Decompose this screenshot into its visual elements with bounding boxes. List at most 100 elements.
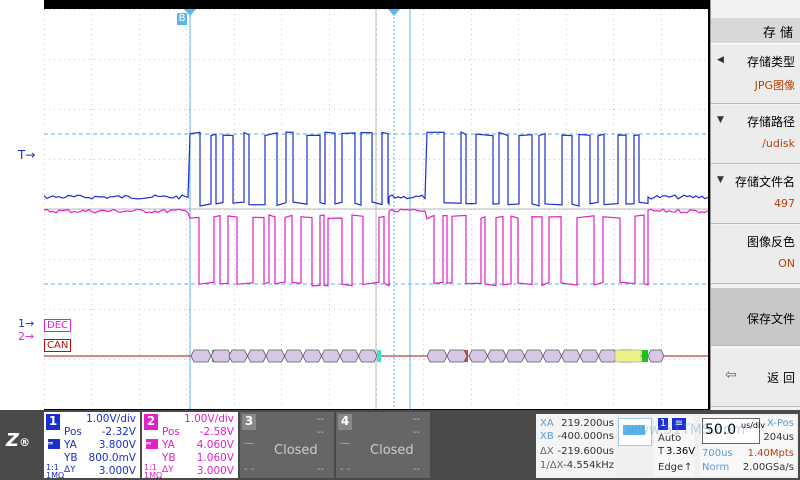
menu-title: 存 储 [711, 18, 800, 44]
can-frame-field [358, 349, 378, 363]
waveform-display[interactable]: DEC CAN B [44, 9, 708, 409]
invert-value: ON [778, 257, 795, 270]
ch4-info-panel[interactable]: 4 -- -- — Closed - - -- [336, 412, 430, 478]
triangle-left-icon: ◀ [717, 55, 724, 65]
triangle-down-icon: ▼ [717, 175, 724, 185]
menu-item-save-path[interactable]: ▼ 存储路径 /udisk [711, 105, 800, 164]
ch1-marker-label: 1 [18, 317, 25, 330]
save-path-value: /udisk [762, 137, 795, 150]
ch3-dash-icon: — [244, 438, 254, 449]
ch3-dash-4: -- [316, 464, 324, 475]
can-frame-field [446, 349, 468, 363]
trigger-edge: Edge [658, 462, 684, 473]
menu-item-file-name[interactable]: ▼ 存储文件名 497 [711, 165, 800, 224]
can-frame-field [247, 349, 267, 363]
file-name-value: 497 [774, 197, 795, 210]
ch1-pos: -2.32V [101, 426, 136, 438]
can-eof-field [642, 350, 648, 362]
xb-value: -400.000ns [557, 431, 614, 442]
ch3-dash-1: -- [316, 414, 324, 425]
cursor-a-icon [388, 9, 400, 16]
ch2-pos-label: Pos [162, 426, 180, 438]
ch2-number: 2 [144, 414, 158, 430]
inv-dx-value: -4.554kHz [563, 460, 614, 471]
ch2-impedance: 1MΩ [144, 471, 163, 480]
can-label: CAN [44, 339, 72, 352]
can-frame-field [321, 349, 341, 363]
xa-value: 219.200us [561, 418, 614, 429]
can-frame-field [487, 349, 507, 363]
arrow-right-icon: → [25, 148, 36, 162]
ch4-dash-1: -- [412, 414, 420, 425]
can-frame-field [426, 349, 448, 363]
ch3-closed-label: Closed [274, 443, 318, 458]
oscilloscope-screen: T→ 1→ 2→ DEC CAN B 存 储 ◀ 存储类型 JPG图像 ▼ 存储… [0, 0, 800, 480]
dc-coupling-icon: ═ [48, 439, 60, 449]
ch1-pos-label: Pos [64, 426, 82, 438]
arrow-right-icon: → [25, 317, 35, 330]
ch2-ya: 4.060V [196, 439, 234, 451]
ch4-dash-3: - - [340, 464, 351, 475]
grid [44, 9, 708, 409]
ch4-closed-label: Closed [370, 443, 414, 458]
memory-points: 1.40Mpts [747, 448, 794, 459]
ch1-scale: 1.00V/div [86, 413, 136, 425]
acq-mode: Norm [702, 462, 730, 473]
menu-item-invert[interactable]: 图像反色 ON [711, 225, 800, 284]
xpos-value: 204us [763, 432, 794, 443]
ch1-dy: 3.000V [98, 465, 136, 477]
ch1-yb: 800.0mV [88, 452, 136, 464]
back-label: 返 回 [767, 371, 795, 385]
ch4-dash-icon: — [340, 438, 350, 449]
trigger-level-marker[interactable]: T→ [18, 148, 35, 162]
can-frame-field [468, 349, 488, 363]
can-frame-field [339, 349, 359, 363]
ch3-number: 3 [242, 414, 256, 430]
ch2-ya-label: YA [162, 439, 175, 451]
xb-label: XB [540, 431, 554, 442]
can-frame-field [647, 349, 665, 363]
save-path-label: 存储路径 [746, 115, 795, 129]
ch1-info-panel[interactable]: 1 1.00V/div Pos -2.32V ═ YA 3.800V YB 80… [44, 412, 140, 480]
ch3-info-panel[interactable]: 3 -- -- — Closed - - -- [240, 412, 334, 478]
can-ack-field [614, 349, 642, 363]
can-frame-field [228, 349, 248, 363]
ch2-dy-label: ΔY [162, 465, 174, 475]
ch2-pos: -2.58V [199, 426, 234, 438]
ch2-yb-label: YB [162, 452, 176, 464]
back-icon: ⇦ [725, 367, 737, 383]
dec-label: DEC [44, 319, 72, 332]
ch1-dy-label: ΔY [64, 465, 76, 475]
inv-dx-label: 1/ΔX [540, 460, 564, 471]
can-frame-field [190, 349, 212, 363]
can-frame-field [265, 349, 285, 363]
can-frame-field [505, 349, 525, 363]
save-type-label: 存储类型 [746, 55, 795, 69]
can-frame-field [524, 349, 544, 363]
ch2-marker-label: 2 [18, 330, 25, 343]
can-crc-field [377, 350, 381, 362]
can-frame-field [302, 349, 322, 363]
ch2-offset-marker[interactable]: 2→ [18, 330, 34, 343]
ch2-yb: 1.060V [196, 452, 234, 464]
cursor-readout[interactable]: XA 219.200us XB -400.000ns ΔX -219.600us… [536, 414, 616, 478]
ch1-ya: 3.800V [98, 439, 136, 451]
ch1-offset-marker[interactable]: 1→ [18, 317, 34, 330]
save-file-button[interactable]: 保存文件 [711, 288, 800, 346]
trigger-type-label: T [658, 446, 665, 457]
rising-edge-icon: ↑ [684, 462, 693, 473]
cursor-b-tag[interactable]: B [177, 13, 187, 25]
ch2-info-panel[interactable]: 2 1.00V/div Pos -2.58V ═ YA 4.060V YB 1.… [142, 412, 238, 480]
back-button[interactable]: ⇦ 返 回 [711, 349, 800, 407]
menu-item-save-type[interactable]: ◀ 存储类型 JPG图像 [711, 45, 800, 104]
triangle-down-icon: ▼ [717, 115, 724, 125]
dc-coupling-icon: ═ [146, 439, 158, 449]
dx-value: -219.600us [557, 446, 614, 457]
dx-label: ΔX [540, 446, 554, 457]
ch1-ya-label: YA [64, 439, 77, 451]
ch4-dash-2: -- [412, 427, 420, 438]
xpos-label: X-Pos [767, 418, 794, 429]
save-type-value: JPG图像 [754, 79, 795, 92]
ch1-number: 1 [46, 414, 60, 430]
waveform-svg [44, 9, 708, 409]
